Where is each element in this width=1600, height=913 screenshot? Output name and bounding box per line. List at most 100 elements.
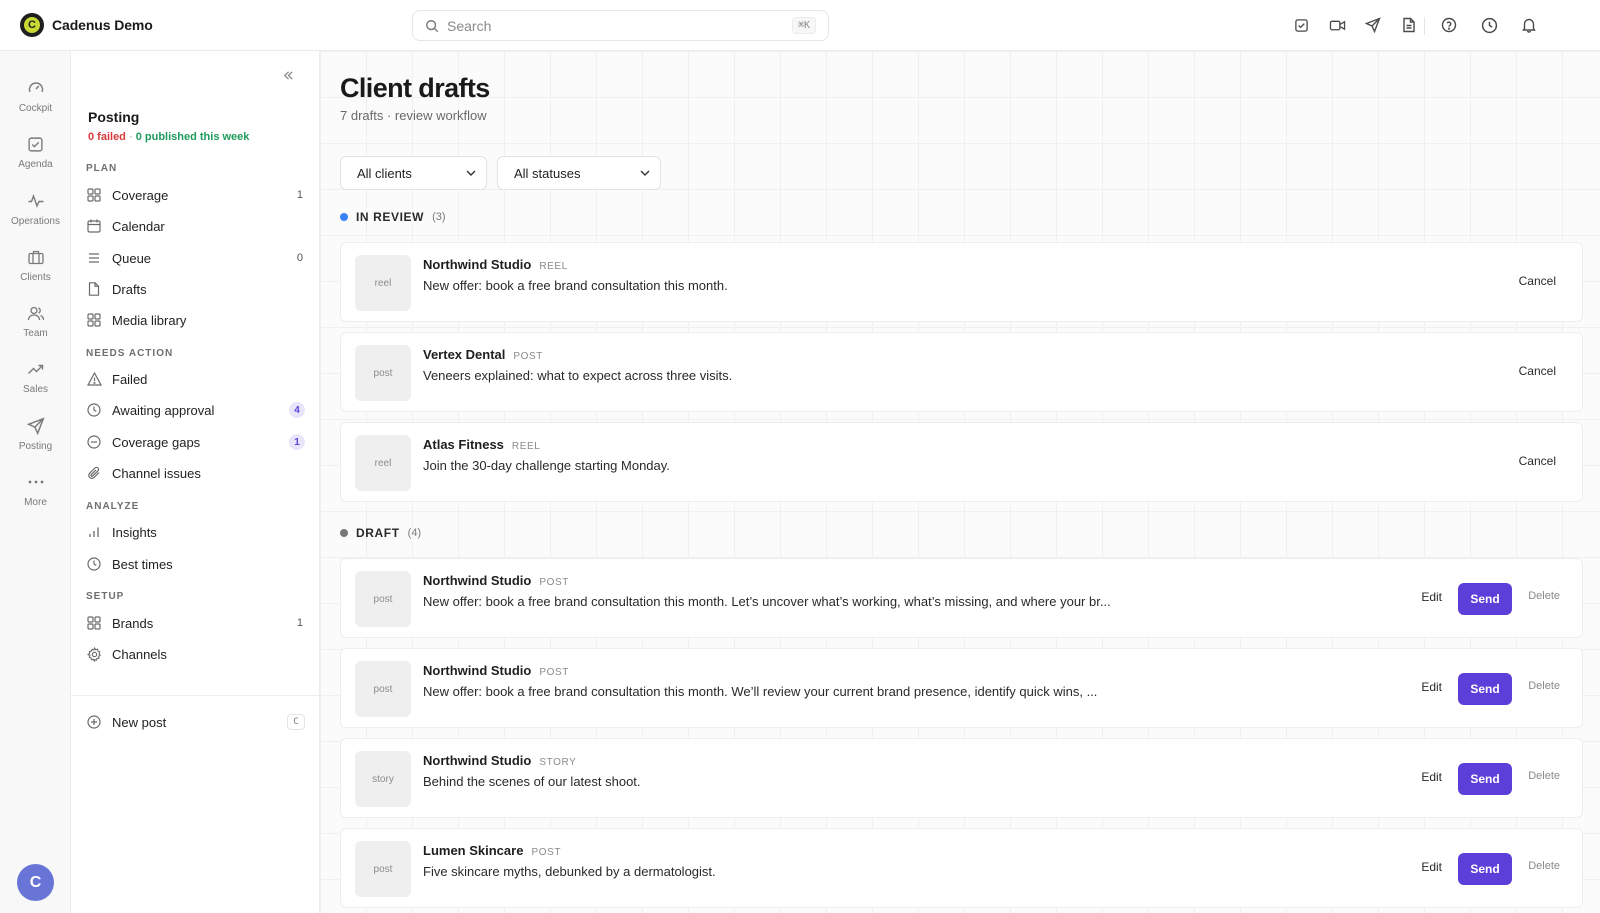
client-filter-select[interactable]: All clients <box>340 156 487 190</box>
send-button[interactable]: Send <box>1458 673 1512 705</box>
edit-button[interactable]: Edit <box>1421 860 1442 874</box>
sidebar-item-label: Calendar <box>112 218 165 234</box>
status-dot <box>340 213 348 221</box>
rail-label: More <box>24 497 47 508</box>
send-button[interactable]: Send <box>1458 853 1512 885</box>
client-name: Atlas Fitness <box>423 437 504 452</box>
search-input[interactable]: Search ⌘K <box>412 10 829 41</box>
clock-icon <box>85 557 103 571</box>
client-name: Northwind Studio <box>423 573 532 588</box>
rail-item-clients[interactable]: Clients <box>0 247 71 283</box>
rail-label: Agenda <box>18 159 53 170</box>
draft-card[interactable]: story Northwind Studio STORY Behind the … <box>340 738 1583 818</box>
draft-card[interactable]: post Northwind Studio POST New offer: bo… <box>340 648 1583 728</box>
minus-circle-icon <box>85 435 103 449</box>
sidebar-item-calendar[interactable]: Calendar <box>85 213 305 239</box>
checkbox-icon[interactable] <box>1292 16 1310 34</box>
draft-card[interactable]: post Vertex Dental POST Veneers explaine… <box>340 332 1583 412</box>
sidebar-item-media-library[interactable]: Media library <box>85 307 305 333</box>
send-icon <box>26 416 45 436</box>
sidebar-item-count: 1 <box>296 189 303 201</box>
sidebar-item-best-times[interactable]: Best times <box>85 551 305 577</box>
sidebar-item-coverage-gaps[interactable]: Coverage gaps 1 <box>85 429 305 455</box>
sidebar-item-awaiting-approval[interactable]: Awaiting approval 4 <box>85 397 305 423</box>
sidebar-divider <box>71 695 320 696</box>
section-heading-needs-action: NEEDS ACTION <box>86 348 174 359</box>
bell-icon[interactable] <box>1520 16 1538 34</box>
rail-item-cockpit[interactable]: Cockpit <box>0 78 71 114</box>
sidebar-item-channel-issues[interactable]: Channel issues <box>85 460 305 486</box>
delete-button[interactable]: Delete <box>1528 680 1560 692</box>
app-rail: Cockpit Agenda Operations Clients Team S… <box>0 51 71 913</box>
cancel-button[interactable]: Cancel <box>1519 364 1556 378</box>
draft-card[interactable]: reel Northwind Studio REEL New offer: bo… <box>340 242 1583 322</box>
delete-button[interactable]: Delete <box>1528 860 1560 872</box>
post-thumbnail: reel <box>355 255 411 311</box>
client-name: Northwind Studio <box>423 753 532 768</box>
sidebar-item-coverage[interactable]: Coverage 1 <box>85 182 305 208</box>
post-type: REEL <box>539 261 568 272</box>
rail-item-more[interactable]: More <box>0 472 71 508</box>
sidebar-item-label: Media library <box>112 312 187 328</box>
sidebar-item-queue[interactable]: Queue 0 <box>85 245 305 271</box>
rail-item-team[interactable]: Team <box>0 303 71 339</box>
cancel-button[interactable]: Cancel <box>1519 454 1556 468</box>
delete-button[interactable]: Delete <box>1528 590 1560 602</box>
section-heading-setup: SETUP <box>86 591 125 602</box>
draft-card[interactable]: post Northwind Studio POST New offer: bo… <box>340 558 1583 638</box>
awaiting-approval-badge: 4 <box>289 402 305 418</box>
card-header: Northwind Studio POST <box>423 663 569 678</box>
plus-circle-icon <box>85 715 103 729</box>
paperclip-icon <box>85 466 103 480</box>
send-icon[interactable] <box>1364 16 1382 34</box>
draft-card[interactable]: reel Atlas Fitness REEL Join the 30-day … <box>340 422 1583 502</box>
video-icon[interactable] <box>1328 16 1346 34</box>
status-filter-select[interactable]: All statuses <box>497 156 661 190</box>
draft-card[interactable]: post Lumen Skincare POST Five skincare m… <box>340 828 1583 908</box>
help-icon[interactable] <box>1440 16 1458 34</box>
sidebar-item-count: 1 <box>296 617 303 629</box>
client-name: Northwind Studio <box>423 663 532 678</box>
group-header-draft: DRAFT (4) <box>340 526 421 540</box>
card-header: Atlas Fitness REEL <box>423 437 540 452</box>
edit-button[interactable]: Edit <box>1421 770 1442 784</box>
briefcase-icon <box>27 247 45 267</box>
avatar[interactable]: C <box>17 864 54 901</box>
rail-item-operations[interactable]: Operations <box>0 191 71 227</box>
status-dot <box>340 529 348 537</box>
rail-item-agenda[interactable]: Agenda <box>0 134 71 170</box>
new-post-button[interactable]: New post C <box>85 709 305 735</box>
send-button[interactable]: Send <box>1458 583 1512 615</box>
rail-label: Clients <box>20 272 51 283</box>
brand[interactable]: C Cadenus Demo <box>20 13 153 37</box>
gear-icon <box>85 646 103 662</box>
document-icon[interactable] <box>1400 16 1418 34</box>
sidebar-item-channels[interactable]: Channels <box>85 641 305 667</box>
delete-button[interactable]: Delete <box>1528 770 1560 782</box>
rail-item-sales[interactable]: Sales <box>0 359 71 395</box>
collapse-sidebar-icon[interactable] <box>282 69 295 82</box>
sidebar-item-insights[interactable]: Insights <box>85 519 305 545</box>
chevron-down-icon <box>640 170 650 176</box>
calendar-icon <box>85 219 103 233</box>
sidebar-item-label: Drafts <box>112 281 147 297</box>
new-post-shortcut: C <box>287 714 305 730</box>
rail-item-posting[interactable]: Posting <box>0 416 71 452</box>
sidebar-item-brands[interactable]: Brands 1 <box>85 610 305 636</box>
clock-icon[interactable] <box>1480 16 1498 34</box>
sidebar-item-failed[interactable]: Failed <box>85 366 305 392</box>
edit-button[interactable]: Edit <box>1421 680 1442 694</box>
users-icon <box>27 303 45 323</box>
send-button[interactable]: Send <box>1458 763 1512 795</box>
group-count: (3) <box>432 211 446 223</box>
post-type: POST <box>531 847 562 858</box>
app-logo: C <box>20 13 44 37</box>
edit-button[interactable]: Edit <box>1421 590 1442 604</box>
card-header: Vertex Dental POST <box>423 347 543 362</box>
sidebar-item-label: Channel issues <box>112 465 201 481</box>
sidebar-item-drafts[interactable]: Drafts <box>85 276 305 302</box>
warning-icon <box>85 372 103 386</box>
cancel-button[interactable]: Cancel <box>1519 274 1556 288</box>
search-placeholder: Search <box>447 17 492 34</box>
post-thumbnail: post <box>355 841 411 897</box>
